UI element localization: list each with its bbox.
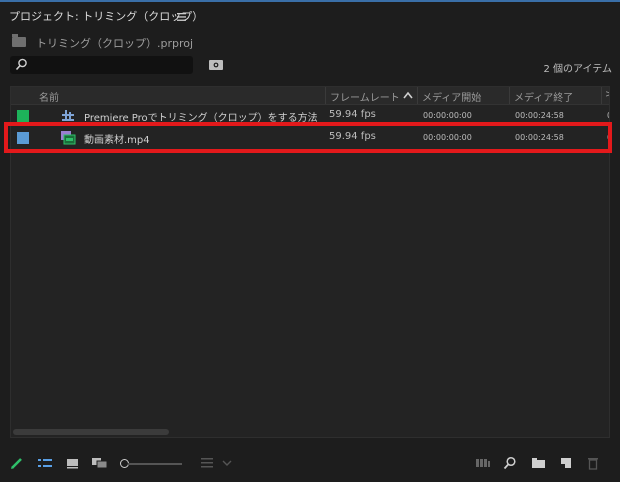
- project-file-row: トリミング（クロップ）.prproj: [0, 30, 620, 52]
- column-header-framerate[interactable]: フレームレート: [330, 89, 400, 104]
- sort-icon[interactable]: [200, 456, 214, 470]
- search-input[interactable]: [10, 56, 193, 74]
- item-media-end: 00:00:24:58: [515, 111, 564, 120]
- item-framerate: 59.94 fps: [329, 109, 376, 120]
- column-divider[interactable]: [325, 87, 326, 104]
- search-icon: [15, 58, 27, 71]
- chevron-down-icon[interactable]: [222, 456, 232, 470]
- hamburger-icon[interactable]: [177, 12, 187, 22]
- freeform-view-icon[interactable]: [91, 456, 109, 470]
- new-search-bin-icon[interactable]: [208, 58, 224, 72]
- pencil-icon[interactable]: [10, 456, 24, 470]
- list-view-icon[interactable]: [37, 456, 53, 470]
- column-header-name[interactable]: 名前: [39, 89, 59, 104]
- column-header-media-end[interactable]: メディア終了: [514, 89, 573, 104]
- item-extra: 0: [607, 111, 609, 120]
- column-header-row: 名前 フレームレート メディア開始 メディア終了 >: [11, 87, 609, 105]
- project-file-name: トリミング（クロップ）.prproj: [36, 37, 194, 50]
- column-divider[interactable]: [417, 87, 418, 104]
- panel-header: プロジェクト: トリミング（クロップ）: [0, 2, 620, 28]
- new-item-icon[interactable]: [559, 456, 573, 470]
- item-count: 2 個のアイテム: [543, 64, 612, 75]
- sort-ascending-icon[interactable]: [403, 91, 413, 99]
- sequence-icon: [62, 110, 74, 121]
- label-color-swatch[interactable]: [17, 110, 29, 122]
- horizontal-scrollbar[interactable]: [13, 429, 169, 435]
- column-header-media-start[interactable]: メディア開始: [422, 89, 481, 104]
- highlight-box: [4, 122, 612, 153]
- find-icon[interactable]: [503, 456, 517, 470]
- bottom-toolbar: [0, 450, 620, 478]
- zoom-slider[interactable]: [128, 463, 182, 465]
- trash-icon[interactable]: [587, 456, 599, 470]
- column-divider[interactable]: [601, 87, 602, 104]
- column-header-more[interactable]: >: [605, 89, 609, 100]
- item-media-start: 00:00:00:00: [423, 111, 472, 120]
- project-folder-icon: [12, 34, 26, 47]
- icon-view-icon[interactable]: [66, 456, 80, 470]
- column-divider[interactable]: [509, 87, 510, 104]
- new-bin-icon[interactable]: [531, 456, 546, 470]
- automate-to-sequence-icon[interactable]: [475, 456, 491, 470]
- panel-title[interactable]: プロジェクト: トリミング（クロップ）: [9, 8, 203, 24]
